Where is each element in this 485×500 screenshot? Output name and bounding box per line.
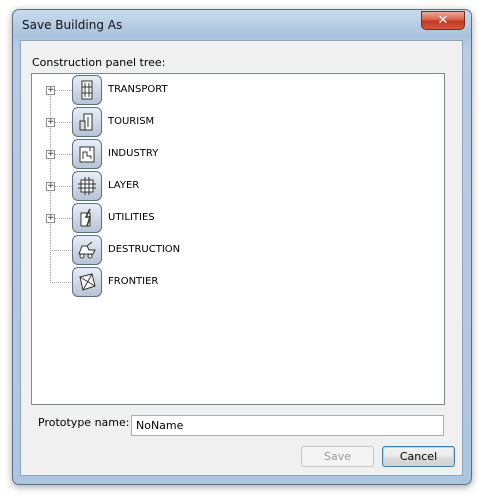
tree-node-label: LAYER xyxy=(108,180,140,191)
tree-node-tourism[interactable]: + TOURISM xyxy=(32,107,332,139)
tree-node-label: FRONTIER xyxy=(108,276,159,287)
close-icon: ✕ xyxy=(437,13,449,28)
industry-icon xyxy=(72,139,102,169)
save-button[interactable]: Save xyxy=(301,446,374,467)
tree-node-transport[interactable]: + TRANSPORT xyxy=(32,75,332,107)
expand-icon[interactable]: + xyxy=(46,86,55,95)
prototype-name-label: Prototype name: xyxy=(38,416,130,429)
tree-node-label: UTILITIES xyxy=(108,212,155,223)
window-title: Save Building As xyxy=(22,18,123,32)
tree-node-frontier[interactable]: FRONTIER xyxy=(32,267,332,299)
save-building-dialog: Save Building As ✕ Construction panel tr… xyxy=(12,9,472,485)
tree-node-utilities[interactable]: + UTILITIES xyxy=(32,203,332,235)
expand-icon[interactable]: + xyxy=(46,214,55,223)
frontier-icon xyxy=(72,267,102,297)
tree-node-label: INDUSTRY xyxy=(108,148,159,159)
expand-icon[interactable]: + xyxy=(46,150,55,159)
tree-node-label: TRANSPORT xyxy=(108,84,168,95)
expand-icon[interactable]: + xyxy=(46,118,55,127)
prototype-name-input[interactable] xyxy=(131,415,444,436)
tree-node-destruction[interactable]: DESTRUCTION xyxy=(32,235,332,267)
transport-icon xyxy=(72,75,102,105)
utilities-icon xyxy=(72,203,102,233)
tree-node-industry[interactable]: + INDUSTRY xyxy=(32,139,332,171)
layer-icon xyxy=(72,171,102,201)
dialog-client-area: Construction panel tree: + TRANSPORT + T… xyxy=(20,40,463,476)
expand-icon[interactable]: + xyxy=(46,182,55,191)
close-button[interactable]: ✕ xyxy=(421,11,465,30)
tree-label: Construction panel tree: xyxy=(32,56,166,69)
tourism-icon xyxy=(72,107,102,137)
tree-node-label: TOURISM xyxy=(108,116,155,127)
tree-node-layer[interactable]: + LAYER xyxy=(32,171,332,203)
cancel-button[interactable]: Cancel xyxy=(382,446,455,467)
title-bar[interactable]: Save Building As ✕ xyxy=(13,10,471,40)
destruction-icon xyxy=(72,235,102,265)
construction-panel-tree[interactable]: + TRANSPORT + TOURISM + INDUSTRY + LAYER… xyxy=(31,73,445,405)
tree-node-label: DESTRUCTION xyxy=(108,244,181,255)
